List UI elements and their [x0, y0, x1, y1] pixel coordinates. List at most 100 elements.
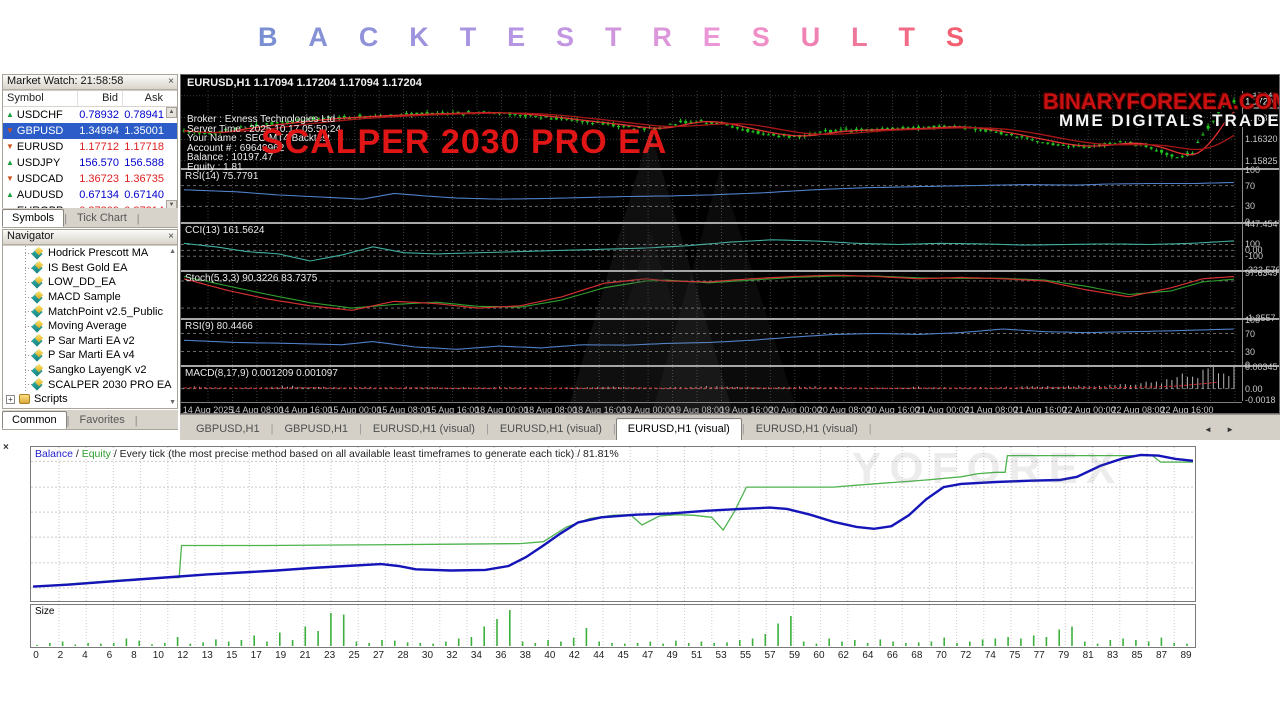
sidebar-item-label: P Sar Marti EA v2 — [48, 335, 135, 347]
close-icon[interactable]: × — [168, 230, 174, 243]
time-axis-label: 22 Aug 00:00 — [1063, 405, 1116, 414]
sidebar-item-moving-average[interactable]: Moving Average — [3, 319, 177, 334]
time-axis-label: 22 Aug 16:00 — [1160, 405, 1213, 414]
sidebar-item-scalper-2030-pro-ea[interactable]: SCALPER 2030 PRO EA — [3, 377, 177, 392]
chart-tab[interactable]: EURUSD,H1 (visual) — [616, 418, 742, 440]
sidebar-item-is-best-gold-ea[interactable]: IS Best Gold EA — [3, 261, 177, 276]
trade-axis-label: 59 — [789, 650, 800, 661]
title-letter: E — [507, 22, 525, 53]
time-axis-label: 21 Aug 08:00 — [965, 405, 1018, 414]
mt4-window: BACKTESTRESULTS Market Watch: 21:58:58 ×… — [0, 0, 1280, 720]
table-row[interactable]: ▼USDCAD1.367231.36735 — [3, 171, 177, 187]
expert-advisor-icon — [33, 277, 44, 288]
chart-tab[interactable]: EURUSD,H1 (visual) — [745, 419, 869, 440]
market-watch-scrollbar[interactable]: ▲ ▼ — [166, 107, 177, 210]
column-header: Symbol — [3, 91, 77, 106]
sidebar-item-label: MACD Sample — [48, 291, 121, 303]
time-axis-label: 19 Aug 08:00 — [671, 405, 724, 414]
close-icon[interactable]: × — [168, 75, 174, 88]
sidebar-item-matchpoint-v2-5-public[interactable]: MatchPoint v2.5_Public — [3, 304, 177, 319]
title-letter: L — [851, 22, 868, 53]
sidebar-item-p-sar-marti-ea-v4[interactable]: P Sar Marti EA v4 — [3, 348, 177, 363]
sidebar-item-low-dd-ea[interactable]: LOW_DD_EA — [3, 275, 177, 290]
sidebar-item-p-sar-marti-ea-v2[interactable]: P Sar Marti EA v2 — [3, 334, 177, 349]
column-header: Ask — [122, 91, 167, 106]
chart-tab[interactable]: GBPUSD,H1 — [273, 419, 359, 440]
pane-separator[interactable] — [181, 365, 1280, 367]
time-axis-label: 21 Aug 16:00 — [1014, 405, 1067, 414]
time-axis-label: 15 Aug 08:00 — [377, 405, 430, 414]
table-row[interactable]: ▼EURUSD1.177121.17718 — [3, 139, 177, 155]
pane-separator[interactable] — [181, 168, 1280, 170]
title-letter: R — [652, 22, 672, 53]
arrow-down-icon: ▼ — [6, 143, 14, 151]
arrow-up-icon: ▲ — [6, 159, 14, 167]
symbol-cell: ▼GBPUSD — [3, 125, 77, 137]
page-title: BACKTESTRESULTS — [258, 22, 964, 53]
tab-favorites[interactable]: Favorites — [69, 411, 134, 429]
close-icon[interactable]: × — [3, 442, 9, 453]
trade-axis-label: 12 — [177, 650, 188, 661]
sidebar-item-sangko-layengk-v2[interactable]: Sangko LayengK v2 — [3, 363, 177, 378]
expand-plus-icon[interactable]: + — [6, 395, 15, 404]
tab-scroll-arrows[interactable]: ◄ ► — [1204, 425, 1240, 434]
trade-axis-label: 64 — [862, 650, 873, 661]
table-row[interactable]: ▲USDCHF0.789320.78941 — [3, 107, 177, 123]
symbol-name: USDCAD — [17, 173, 63, 185]
trade-axis-label: 0 — [33, 650, 39, 661]
sidebar-item-hodrick-prescott-ma[interactable]: Hodrick Prescott MA — [3, 246, 177, 261]
scroll-up-icon[interactable]: ▲ — [169, 248, 176, 255]
symbol-cell: ▲USDJPY — [3, 157, 77, 169]
trade-axis-label: 89 — [1180, 650, 1191, 661]
scroll-down-icon[interactable]: ▼ — [169, 399, 176, 406]
tab-symbols[interactable]: Symbols — [2, 209, 64, 227]
market-watch-titlebar: Market Watch: 21:58:58 × — [3, 75, 177, 90]
symbol-name: EURUSD — [17, 141, 63, 153]
title-letter: S — [946, 22, 964, 53]
trade-axis-label: 51 — [691, 650, 702, 661]
tab-common[interactable]: Common — [2, 411, 67, 429]
legend-balance: Balance — [35, 448, 73, 460]
bid-cell: 1.34994 — [77, 125, 122, 137]
trade-axis-label: 45 — [618, 650, 629, 661]
pane-separator[interactable] — [181, 270, 1280, 272]
tab-tick-chart[interactable]: Tick Chart — [67, 209, 137, 227]
indicator-label: CCI(13) 161.5624 — [185, 225, 265, 236]
price-scale-value: 1.16320 — [1245, 134, 1278, 144]
trade-axis-label: 8 — [131, 650, 137, 661]
sidebar-item-macd-sample[interactable]: MACD Sample — [3, 290, 177, 305]
chart-window[interactable]: EURUSD,H1 1.17094 1.17204 1.17094 1.1720… — [180, 74, 1280, 414]
trade-axis-label: 34 — [471, 650, 482, 661]
trade-axis-label: 36 — [495, 650, 506, 661]
trade-axis-label: 47 — [642, 650, 653, 661]
arrow-up-icon: ▲ — [6, 191, 14, 199]
arrow-down-icon: ▼ — [6, 127, 14, 135]
chart-tab[interactable]: EURUSD,H1 (visual) — [489, 419, 613, 440]
column-header: Bid — [77, 91, 122, 106]
trade-axis-label: 66 — [887, 650, 898, 661]
sidebar-item-label: Sangko LayengK v2 — [48, 364, 146, 376]
chart-tab[interactable]: EURUSD,H1 (visual) — [362, 419, 486, 440]
ask-cell: 1.35001 — [122, 125, 167, 137]
indicator-label: Stoch(5,3,3) 90.3226 83.7375 — [185, 273, 317, 284]
table-row[interactable]: ▲AUDUSD0.671340.67140 — [3, 187, 177, 203]
bid-cell: 1.36723 — [77, 173, 122, 185]
trade-axis-label: 53 — [716, 650, 727, 661]
symbol-name: USDJPY — [17, 157, 60, 169]
ask-cell: 156.588 — [122, 157, 167, 169]
table-row[interactable]: ▲USDJPY156.570156.588 — [3, 155, 177, 171]
indicator-scale-value: 30 — [1245, 347, 1255, 357]
pane-separator[interactable] — [181, 222, 1280, 224]
balance-legend: Balance / Equity / Every tick (the most … — [35, 448, 619, 460]
trade-axis-label: 6 — [107, 650, 113, 661]
symbol-name: GBPUSD — [17, 125, 63, 137]
trade-axis-label: 68 — [911, 650, 922, 661]
account-info-line: Equity : 1.81 — [187, 163, 341, 173]
expert-advisor-icon — [33, 379, 44, 390]
scroll-up-icon[interactable]: ▲ — [166, 107, 177, 118]
sidebar-item-scripts[interactable]: + Scripts — [3, 392, 177, 407]
chart-tab[interactable]: GBPUSD,H1 — [185, 419, 271, 440]
navigator-titlebar: Navigator × — [3, 230, 177, 245]
table-row[interactable]: ▼GBPUSD1.349941.35001 — [3, 123, 177, 139]
pane-separator[interactable] — [181, 318, 1280, 320]
